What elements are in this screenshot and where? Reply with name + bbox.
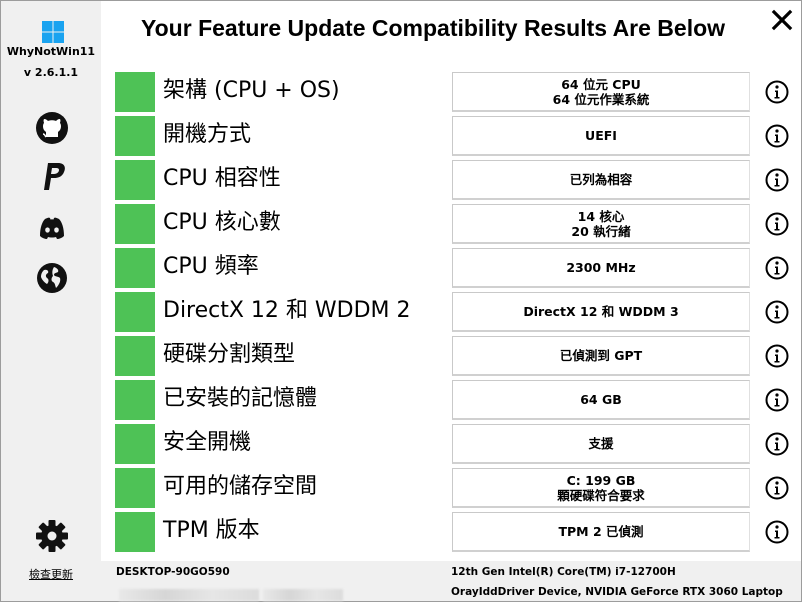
app-version: v 2.6.1.1 [23, 66, 79, 79]
github-icon[interactable] [35, 111, 69, 145]
check-label: DirectX 12 和 WDDM 2 [163, 298, 411, 323]
check-label: 開機方式 [163, 122, 252, 147]
info-icon[interactable] [765, 300, 789, 324]
page-title: Your Feature Update Compatibility Result… [141, 15, 726, 41]
check-result: 64 位元 CPU 64 位元作業系統 [452, 72, 750, 112]
check-row: 架構 (CPU + OS) 64 位元 CPU 64 位元作業系統 [115, 72, 795, 112]
globe-icon[interactable] [35, 261, 69, 295]
info-icon[interactable] [765, 476, 789, 500]
hostname: DESKTOP-90GO590 [116, 566, 230, 578]
check-result: C: 199 GB 顆硬碟符合要求 [452, 468, 750, 508]
check-label: CPU 頻率 [163, 254, 259, 279]
pass-status-indicator [115, 424, 155, 464]
pass-status-indicator [115, 336, 155, 376]
pass-status-indicator [115, 248, 155, 288]
check-result-line: DirectX 12 和 WDDM 3 [523, 304, 679, 319]
gpu-name: OrayIddDriver Device, NVIDIA GeForce RTX… [451, 586, 783, 598]
check-result-line: UEFI [585, 128, 617, 143]
check-result-line: 20 執行緒 [571, 223, 631, 239]
info-icon[interactable] [765, 124, 789, 148]
discord-icon[interactable] [35, 211, 69, 245]
check-result-line: 64 GB [580, 392, 622, 407]
check-result: UEFI [452, 116, 750, 156]
pass-status-indicator [115, 380, 155, 420]
info-icon[interactable] [765, 344, 789, 368]
check-result: 支援 [452, 424, 750, 464]
check-row: CPU 相容性 已列為相容 [115, 160, 795, 200]
info-icon[interactable] [765, 80, 789, 104]
check-row: 安全開機 支援 [115, 424, 795, 464]
check-result: 已列為相容 [452, 160, 750, 200]
check-result-line: 已偵測到 GPT [559, 348, 643, 363]
info-icon[interactable] [765, 212, 789, 236]
info-icon[interactable] [765, 168, 789, 192]
check-result: 2300 MHz [452, 248, 750, 288]
check-result-line: 14 核心 [577, 208, 625, 224]
check-row: TPM 版本 TPM 2 已偵測 [115, 512, 795, 552]
check-row: CPU 頻率 2300 MHz [115, 248, 795, 288]
info-icon[interactable] [765, 520, 789, 544]
check-label: CPU 相容性 [163, 166, 281, 191]
check-label: CPU 核心數 [163, 210, 281, 235]
check-result: 已偵測到 GPT [452, 336, 750, 376]
check-result-line: 2300 MHz [566, 260, 636, 275]
check-row: CPU 核心數 14 核心 20 執行緒 [115, 204, 795, 244]
check-label: 已安裝的記憶體 [163, 386, 318, 411]
check-result-line: 支援 [588, 436, 614, 451]
check-result-line: 顆硬碟符合要求 [557, 487, 645, 503]
pass-status-indicator [115, 116, 155, 156]
pass-status-indicator [115, 204, 155, 244]
check-row: 已安裝的記憶體 64 GB [115, 380, 795, 420]
check-result: TPM 2 已偵測 [452, 512, 750, 552]
info-icon[interactable] [765, 256, 789, 280]
check-row: DirectX 12 和 WDDM 2 DirectX 12 和 WDDM 3 [115, 292, 795, 332]
redacted-bar [263, 589, 343, 601]
check-update-link[interactable]: 檢查更新 [1, 566, 101, 582]
check-label: 可用的儲存空間 [163, 474, 318, 499]
check-result-line: 64 位元 CPU [561, 76, 641, 92]
pass-status-indicator [115, 512, 155, 552]
check-result: DirectX 12 和 WDDM 3 [452, 292, 750, 332]
app-name: WhyNotWin11 [6, 45, 96, 58]
paypal-icon[interactable] [35, 159, 69, 193]
check-result-line: 已列為相容 [569, 172, 633, 187]
cpu-name: 12th Gen Intel(R) Core(TM) i7-12700H [451, 566, 676, 578]
check-label: 架構 (CPU + OS) [163, 78, 340, 103]
gear-icon[interactable] [35, 519, 69, 553]
check-row: 可用的儲存空間 C: 199 GB 顆硬碟符合要求 [115, 468, 795, 508]
info-icon[interactable] [765, 432, 789, 456]
sidebar: WhyNotWin11 v 2.6.1.1 檢查更新 [1, 1, 101, 601]
app-window: WhyNotWin11 v 2.6.1.1 檢查更新 Your Feature … [0, 0, 802, 602]
check-label: TPM 版本 [163, 518, 260, 543]
check-result-line: 64 位元作業系統 [552, 91, 650, 107]
check-row: 硬碟分割類型 已偵測到 GPT [115, 336, 795, 376]
pass-status-indicator [115, 468, 155, 508]
check-result-line: TPM 2 已偵測 [558, 524, 644, 539]
check-result-line: C: 199 GB [566, 472, 636, 488]
close-icon[interactable] [769, 7, 795, 33]
check-result: 14 核心 20 執行緒 [452, 204, 750, 244]
check-label: 安全開機 [163, 430, 252, 455]
pass-status-indicator [115, 160, 155, 200]
info-icon[interactable] [765, 388, 789, 412]
check-result: 64 GB [452, 380, 750, 420]
pass-status-indicator [115, 72, 155, 112]
check-row: 開機方式 UEFI [115, 116, 795, 156]
pass-status-indicator [115, 292, 155, 332]
redacted-bar [119, 589, 259, 601]
windows-logo-icon [42, 21, 64, 43]
check-label: 硬碟分割類型 [163, 342, 296, 367]
